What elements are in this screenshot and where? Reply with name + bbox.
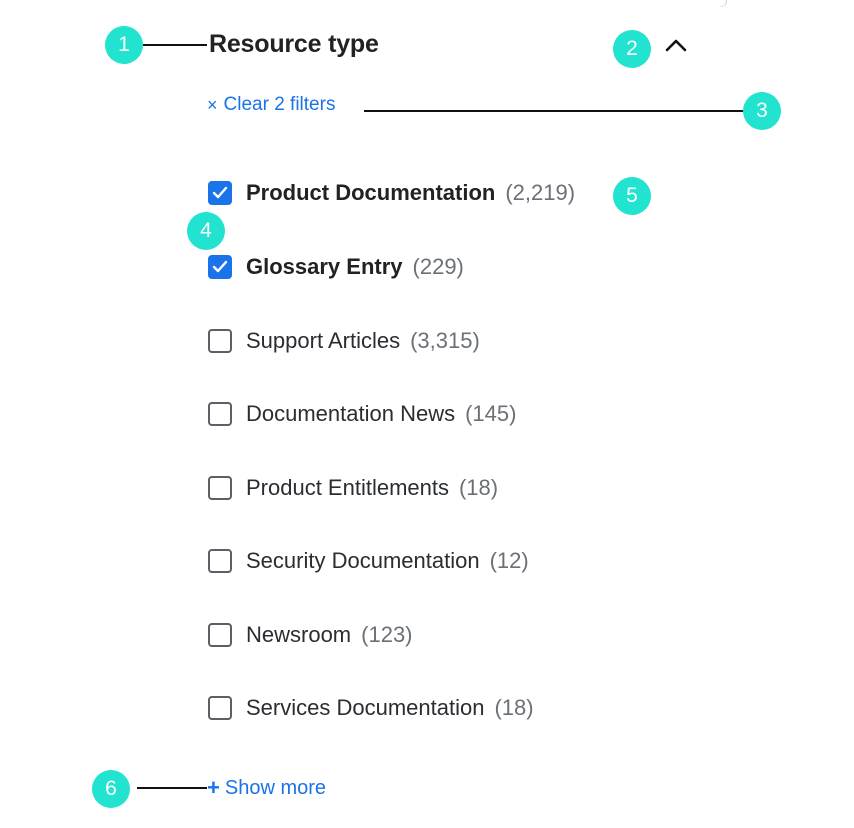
filter-option[interactable]: Documentation News (145) xyxy=(208,399,516,429)
filter-option[interactable]: Security Documentation (12) xyxy=(208,546,529,576)
show-more-link[interactable]: + Show more xyxy=(207,775,326,801)
callout-number: 3 xyxy=(756,99,768,122)
filter-option-count: (12) xyxy=(489,548,529,573)
filter-option-label: Services Documentation xyxy=(246,695,485,720)
callout-leader-3 xyxy=(364,110,746,112)
callout-number: 6 xyxy=(105,777,117,800)
clear-filters-link[interactable]: × Clear 2 filters xyxy=(207,94,335,116)
filter-option[interactable]: Services Documentation (18) xyxy=(208,693,534,723)
chevron-up-icon[interactable] xyxy=(664,36,688,54)
checkbox-unchecked[interactable] xyxy=(208,623,232,647)
filter-option[interactable]: Product Documentation (2,219) xyxy=(208,178,575,208)
filter-option-label: Product Documentation xyxy=(246,180,496,205)
callout-badge-2: 2 xyxy=(613,30,651,68)
callout-number: 1 xyxy=(118,33,130,56)
filter-option-count: (123) xyxy=(361,622,413,647)
callout-number: 5 xyxy=(626,184,638,207)
checkbox-unchecked[interactable] xyxy=(208,329,232,353)
filter-option-count: (18) xyxy=(494,695,534,720)
filter-option-label: Documentation News xyxy=(246,401,456,426)
show-more-label: Show more xyxy=(224,776,327,799)
callout-number: 2 xyxy=(626,37,638,60)
filter-option[interactable]: Support Articles (3,315) xyxy=(208,326,480,356)
filter-option-label: Support Articles xyxy=(246,328,401,353)
callout-badge-6: 6 xyxy=(92,770,130,808)
filter-option-count: (18) xyxy=(458,475,499,500)
checkbox-unchecked[interactable] xyxy=(208,549,232,573)
filter-option-count: (2,219) xyxy=(505,180,576,205)
filter-option-count: (229) xyxy=(412,254,464,279)
checkbox-checked[interactable] xyxy=(208,255,232,279)
callout-badge-5: 5 xyxy=(613,177,651,215)
filter-option-label: Newsroom xyxy=(246,622,352,647)
filter-option-count: (3,315) xyxy=(410,328,480,353)
callout-number: 4 xyxy=(200,219,212,242)
callout-leader-6 xyxy=(137,787,207,789)
checkmark-icon xyxy=(212,260,228,273)
corner-divider xyxy=(720,0,727,7)
filter-option[interactable]: Product Entitlements (18) xyxy=(208,473,498,503)
filter-option-label: Product Entitlements xyxy=(246,475,449,500)
checkbox-unchecked[interactable] xyxy=(208,476,232,500)
checkbox-checked[interactable] xyxy=(208,181,232,205)
filter-option-label: Security Documentation xyxy=(246,548,480,573)
clear-filters-label: Clear 2 filters xyxy=(223,94,336,115)
checkmark-icon xyxy=(212,186,228,199)
checkbox-unchecked[interactable] xyxy=(208,696,232,720)
callout-badge-1: 1 xyxy=(105,26,143,64)
close-icon: × xyxy=(207,94,218,115)
filter-option-count: (145) xyxy=(465,401,517,426)
filter-title: Resource type xyxy=(209,30,379,58)
checkbox-unchecked[interactable] xyxy=(208,402,232,426)
filter-option-label: Glossary Entry xyxy=(246,254,403,279)
filter-option[interactable]: Newsroom (123) xyxy=(208,620,413,650)
filter-option[interactable]: Glossary Entry (229) xyxy=(208,252,464,282)
callout-leader-1 xyxy=(143,44,207,46)
callout-badge-3: 3 xyxy=(743,92,781,130)
callout-badge-4: 4 xyxy=(187,212,225,250)
plus-icon: + xyxy=(207,775,220,800)
